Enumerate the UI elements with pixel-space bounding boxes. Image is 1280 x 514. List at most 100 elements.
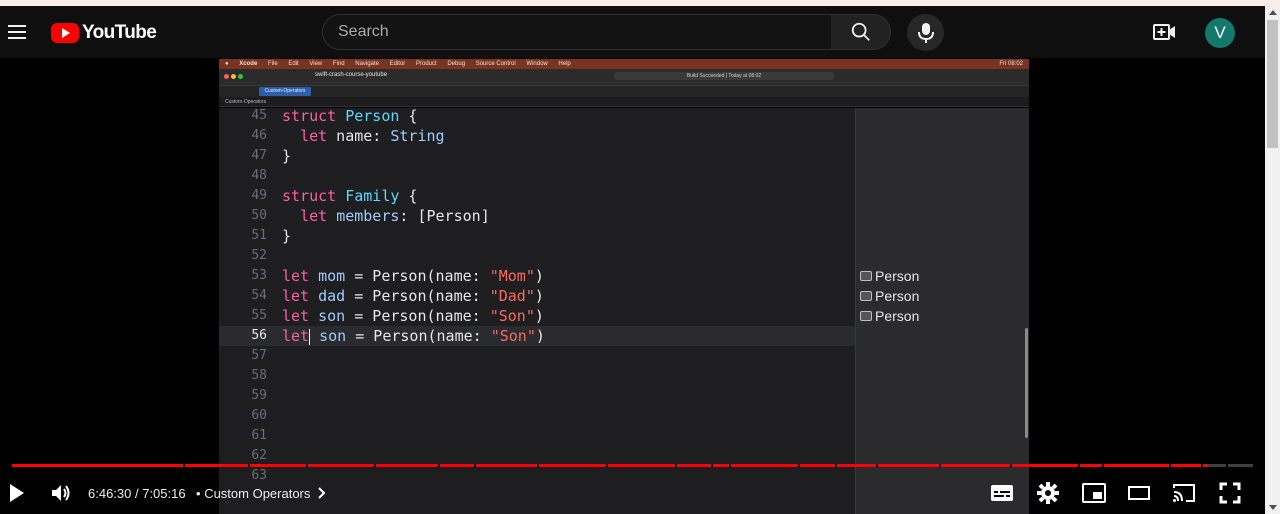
code-editor: 45 struct Person {46 let name: String 47} 4… bbox=[219, 108, 855, 514]
line-number: 61 bbox=[251, 428, 267, 443]
chapter-marker bbox=[183, 464, 186, 467]
code-token: "Mom" bbox=[489, 267, 535, 285]
code-token: let bbox=[282, 287, 310, 305]
code-text: struct Person { bbox=[282, 108, 417, 126]
code-token: } bbox=[282, 227, 292, 245]
code-line: 62 bbox=[219, 446, 855, 466]
youtube-logo[interactable]: YouTube bbox=[51, 22, 157, 44]
chapter-marker bbox=[1009, 464, 1012, 467]
xcode-tab-bar: Custom-Operators bbox=[219, 86, 1029, 97]
code-token: { bbox=[399, 187, 418, 205]
code-line: 60 bbox=[219, 406, 855, 426]
chapter-marker bbox=[674, 464, 677, 467]
code-text: struct Family { bbox=[282, 186, 417, 206]
chapter-marker bbox=[710, 464, 713, 467]
search-button[interactable] bbox=[831, 14, 891, 50]
subtitles-icon[interactable] bbox=[990, 482, 1014, 504]
code-token: String bbox=[390, 127, 445, 145]
code-token: members bbox=[336, 207, 400, 225]
result-item[interactable]: Person bbox=[860, 266, 919, 286]
video-progress-bar[interactable] bbox=[12, 464, 1253, 467]
code-text: let son = Person(name: "Son") bbox=[282, 326, 545, 346]
code-token: "Son" bbox=[490, 327, 536, 345]
fullscreen-icon[interactable] bbox=[1219, 482, 1241, 504]
result-item[interactable]: Person bbox=[860, 286, 919, 306]
code-token: = Person(name: bbox=[345, 267, 490, 285]
settings-gear-icon[interactable] bbox=[1036, 481, 1060, 505]
code-text: let dad = Person(name: "Dad") bbox=[282, 286, 544, 306]
chapter-marker bbox=[834, 464, 837, 467]
playground-results-sidebar: Person Person Person bbox=[855, 108, 1029, 514]
chapter-marker bbox=[473, 464, 476, 467]
scroll-up-arrow-icon[interactable] bbox=[1269, 10, 1277, 15]
code-line: 53 let mom = Person(name: "Mom") bbox=[219, 266, 855, 286]
voice-search-button[interactable] bbox=[907, 14, 944, 51]
chapter-marker bbox=[374, 464, 377, 467]
code-token: ) bbox=[534, 287, 544, 305]
xcode-toolbar: swift-crash-course-youtube Build Succeed… bbox=[219, 69, 1029, 86]
code-line: 58 bbox=[219, 366, 855, 386]
result-label: Person bbox=[875, 308, 920, 324]
search-box bbox=[322, 14, 832, 50]
mac-menu-editor: Editor bbox=[389, 61, 406, 67]
play-icon[interactable] bbox=[8, 482, 26, 504]
mac-clock: Fri 08:02 bbox=[999, 61, 1023, 67]
line-number: 48 bbox=[251, 168, 267, 183]
code-token: = Person(name: bbox=[345, 307, 490, 325]
code-token: let bbox=[282, 327, 310, 345]
logo-text: YouTube bbox=[82, 22, 157, 43]
code-line: 55 let son = Person(name: "Son") bbox=[219, 306, 855, 326]
create-video-button[interactable] bbox=[1152, 20, 1178, 44]
chapter-marker bbox=[1168, 464, 1171, 467]
search-input[interactable] bbox=[323, 15, 818, 49]
page-scrollbar[interactable] bbox=[1265, 6, 1280, 514]
code-token: struct bbox=[282, 187, 337, 205]
video-player[interactable]: ● Xcode File Edit View Find Navigate Edi… bbox=[0, 58, 1265, 514]
line-number: 60 bbox=[251, 408, 267, 423]
time-display: 6:46:30 / 7:05:16 bbox=[88, 486, 186, 501]
line-number: 57 bbox=[251, 348, 267, 363]
code-text: let son = Person(name: "Son") bbox=[282, 306, 544, 326]
miniplayer-icon[interactable] bbox=[1082, 482, 1106, 504]
chapter-title: Custom Operators bbox=[204, 486, 311, 501]
xcode-jump-bar: Custom-Operators bbox=[219, 97, 1029, 107]
line-number: 53 bbox=[251, 268, 267, 283]
volume-icon[interactable] bbox=[50, 482, 72, 504]
mac-menu-find: Find bbox=[332, 61, 345, 67]
video-camera-plus-icon bbox=[1153, 24, 1175, 40]
microphone-icon bbox=[918, 23, 934, 43]
avatar[interactable]: V bbox=[1205, 18, 1235, 48]
code-text: let members: [Person] bbox=[282, 206, 490, 226]
theater-mode-icon[interactable] bbox=[1127, 483, 1151, 503]
scrollbar-thumb[interactable] bbox=[1267, 20, 1278, 148]
progress-played bbox=[12, 464, 1208, 467]
youtube-header: YouTube V bbox=[0, 6, 1280, 58]
apple-icon: ● bbox=[225, 61, 229, 67]
cast-icon[interactable] bbox=[1172, 482, 1196, 504]
menu-icon[interactable] bbox=[8, 25, 26, 39]
scroll-down-arrow-icon[interactable] bbox=[1269, 505, 1277, 510]
code-line: 48 bbox=[219, 166, 855, 186]
mac-menu-window: Window bbox=[526, 61, 548, 67]
mac-menu-debug: Debug bbox=[447, 61, 466, 67]
code-line: 50 let members: [Person] bbox=[219, 206, 855, 226]
code-line: 45 struct Person { bbox=[219, 108, 855, 126]
chapter-marker bbox=[939, 464, 942, 467]
mac-menu-source-control: Source Control bbox=[475, 61, 516, 67]
code-token: ) bbox=[534, 267, 544, 285]
mac-menu-items: ● Xcode File Edit View Find Navigate Edi… bbox=[219, 61, 580, 67]
mac-menu-navigate: Navigate bbox=[355, 61, 379, 67]
mac-menubar: ● Xcode File Edit View Find Navigate Edi… bbox=[219, 59, 1029, 69]
chapter-marker bbox=[1200, 464, 1203, 467]
duration: 7:05:16 bbox=[142, 486, 186, 501]
zoom-window-icon bbox=[238, 74, 243, 79]
code-line: 57 bbox=[219, 346, 855, 366]
chapter-marker bbox=[797, 464, 800, 467]
result-item[interactable]: Person bbox=[860, 306, 919, 326]
chapter-marker bbox=[606, 464, 609, 467]
code-line: 61 bbox=[219, 426, 855, 446]
chapter-button[interactable]: • Custom Operators bbox=[196, 486, 326, 501]
